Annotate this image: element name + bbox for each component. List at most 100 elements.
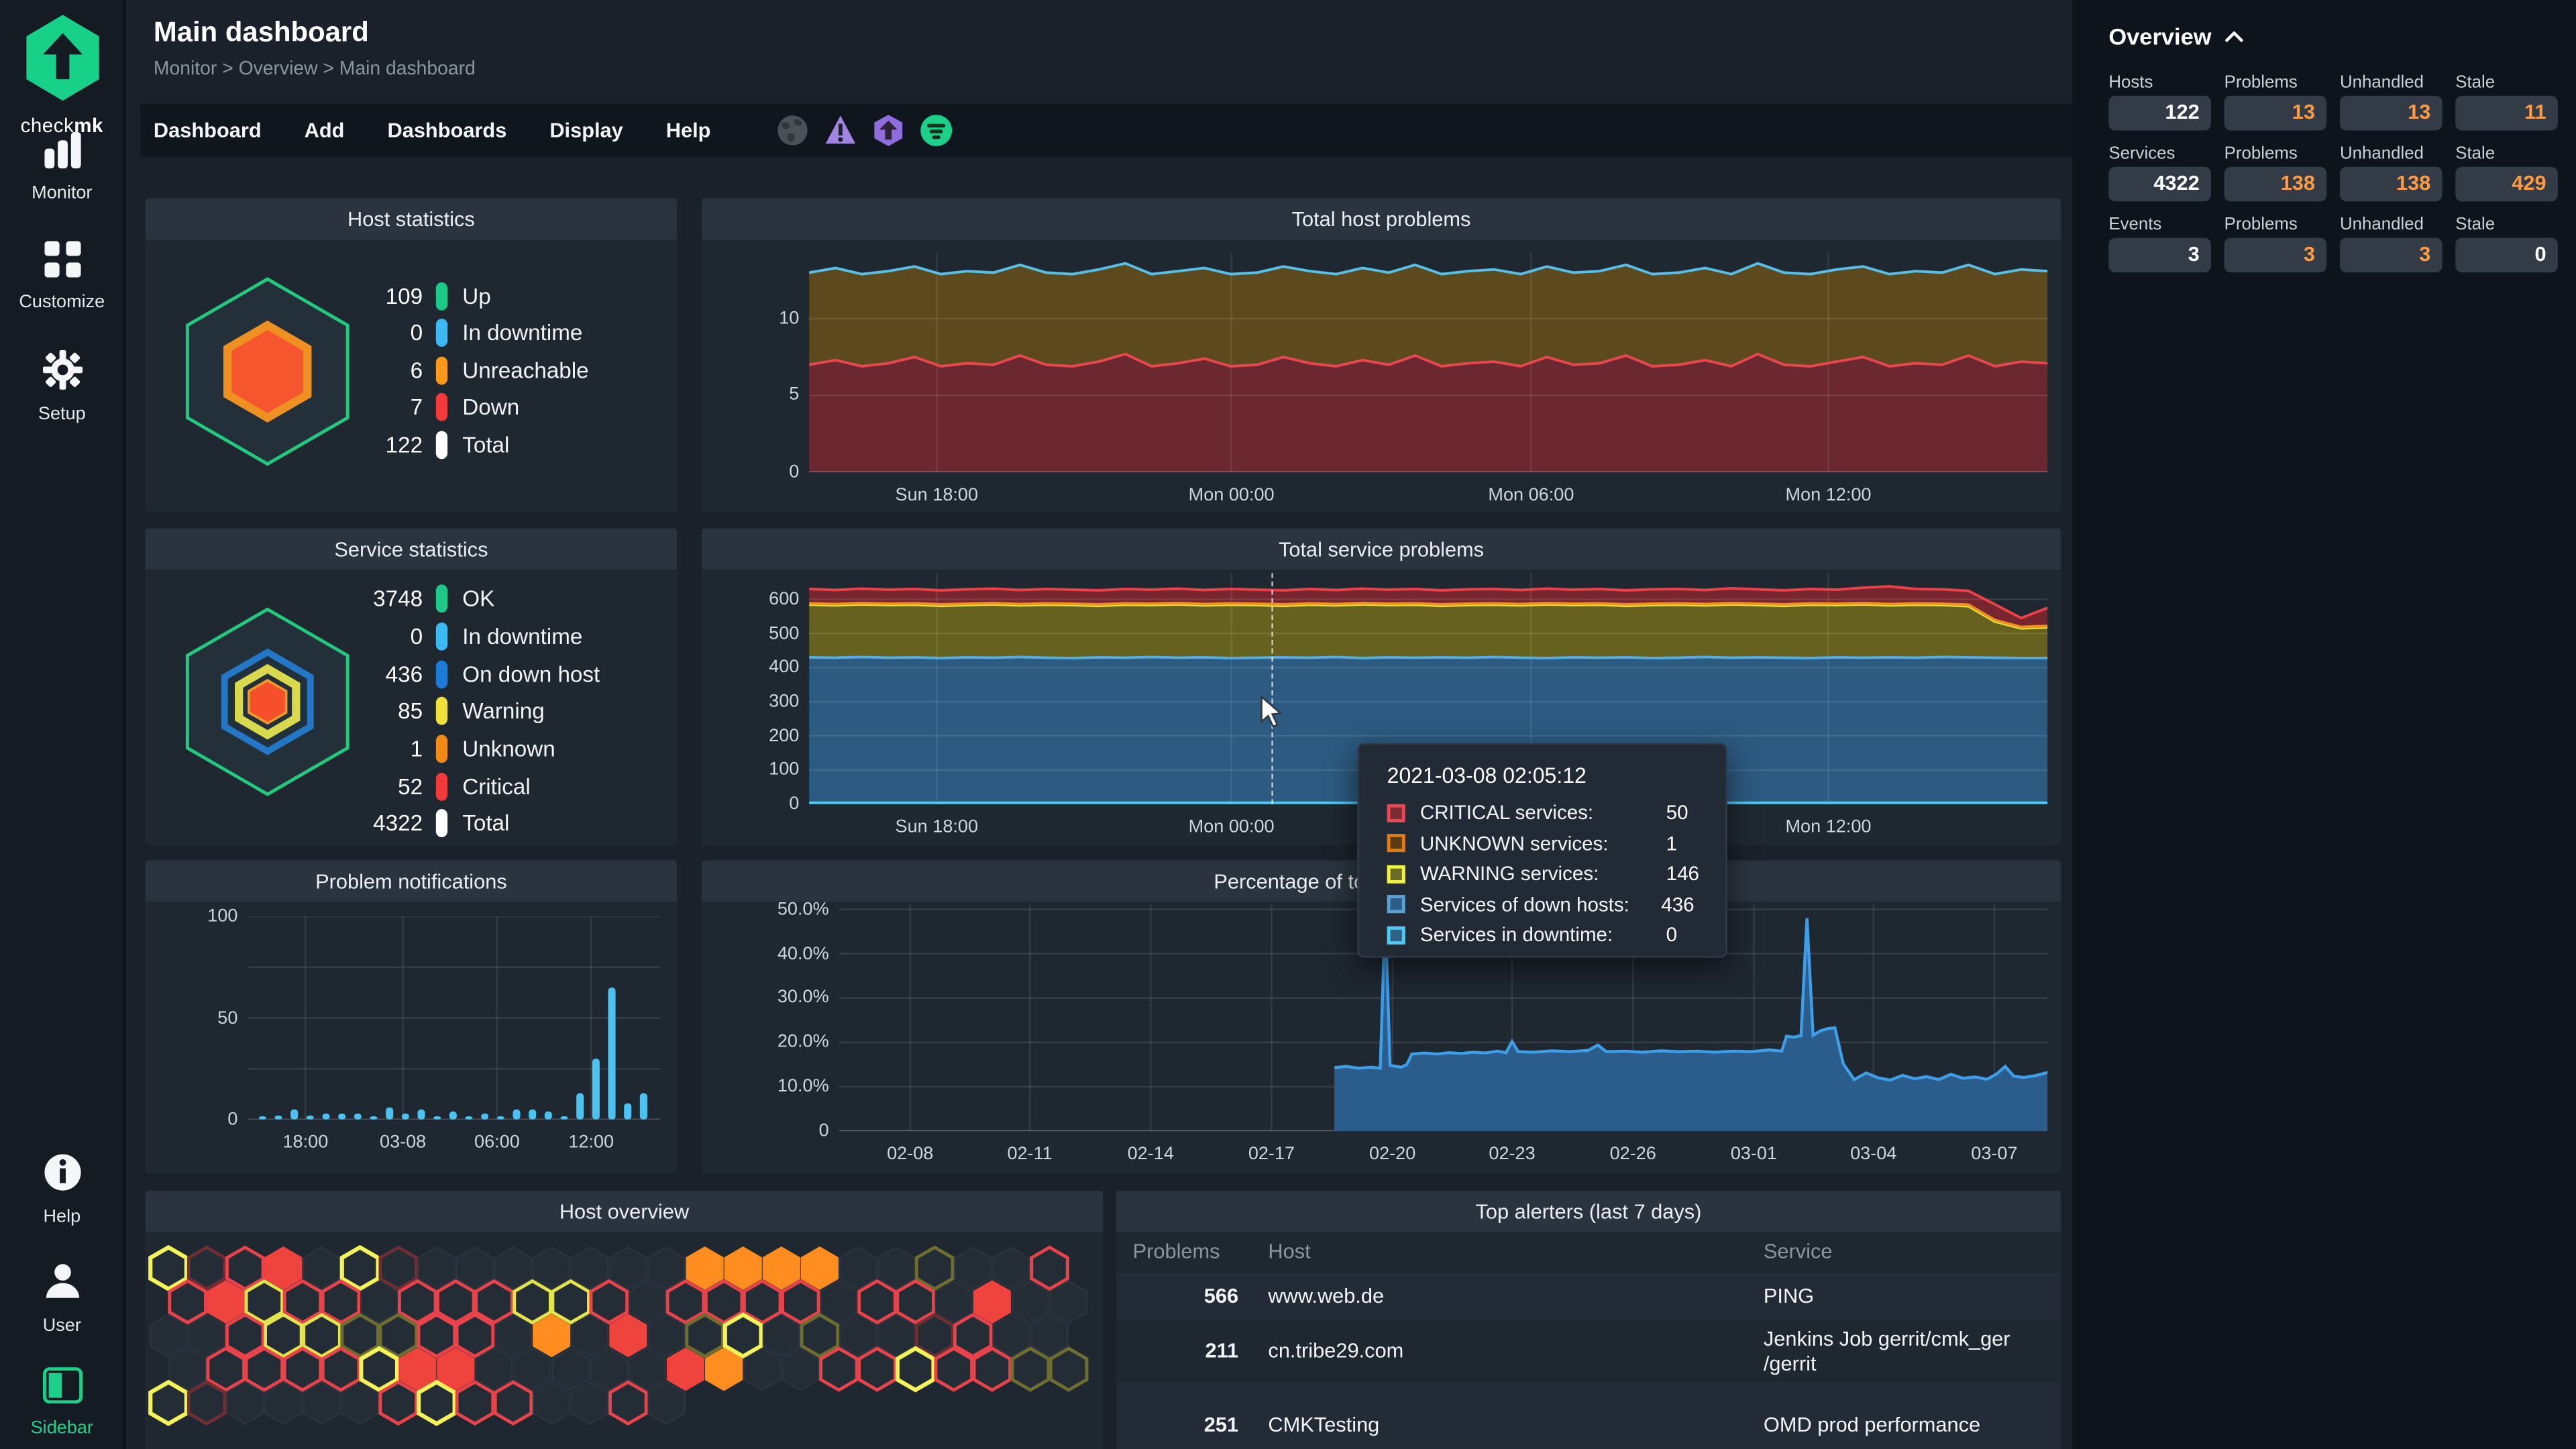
host-hexagon-red-outline[interactable] xyxy=(321,1346,361,1392)
sidebar-item-help[interactable]: Help xyxy=(0,1152,124,1227)
host-hexagon-red-outline[interactable] xyxy=(589,1279,629,1325)
host-hexagon-empty[interactable] xyxy=(513,1347,551,1391)
total-host-problems-chart[interactable] xyxy=(809,252,2048,472)
host-hexagon-empty[interactable] xyxy=(571,1381,609,1425)
host-hexagon-empty[interactable] xyxy=(782,1347,820,1391)
legend-row-in-downtime[interactable]: 0 In downtime xyxy=(323,317,582,347)
host-hexagon-bright-yellow-outline[interactable] xyxy=(895,1346,936,1393)
host-hexagon-red-outline[interactable] xyxy=(417,1313,457,1358)
host-hexagon-red-outline[interactable] xyxy=(857,1279,897,1325)
host-hexagon-red-outline[interactable] xyxy=(819,1346,859,1392)
host-hexagon-empty[interactable] xyxy=(934,1280,973,1324)
host-hexagon-bright-yellow-outline[interactable] xyxy=(148,1379,189,1426)
legend-row-in-downtime[interactable]: 0 In downtime xyxy=(323,621,582,651)
cell-host[interactable]: cn.tribe29.com xyxy=(1268,1338,1403,1361)
host-hexagon-red-filled[interactable] xyxy=(264,1246,303,1290)
host-hexagon-empty[interactable] xyxy=(628,1347,666,1391)
host-hexagon-empty[interactable] xyxy=(150,1313,188,1358)
host-hexagon-red-outline[interactable] xyxy=(225,1245,265,1291)
host-hexagon-orange-filled[interactable] xyxy=(686,1246,724,1290)
host-hexagon-red-outline[interactable] xyxy=(168,1279,207,1325)
host-hexagon-empty[interactable] xyxy=(1011,1280,1050,1324)
cell-service[interactable]: PING xyxy=(1764,1284,2047,1309)
overview-value-services-unhandled[interactable]: 138 xyxy=(2339,166,2443,202)
host-hexagon-orange-filled[interactable] xyxy=(533,1313,571,1358)
overview-value-events-problems[interactable]: 3 xyxy=(2224,237,2327,273)
host-hexagon-red-outline[interactable] xyxy=(436,1279,476,1325)
host-hexagon-bright-yellow-outline[interactable] xyxy=(148,1244,189,1292)
host-hexagon-empty[interactable] xyxy=(303,1381,341,1425)
host-hexagon-red-outline[interactable] xyxy=(378,1380,419,1426)
host-hexagon-empty[interactable] xyxy=(533,1381,571,1425)
cell-service[interactable]: OMD prod performance xyxy=(1764,1413,2047,1438)
host-hexagon-empty[interactable] xyxy=(475,1347,513,1391)
host-hexagon-bright-yellow-outline[interactable] xyxy=(722,1312,763,1359)
legend-row-warning[interactable]: 85 Warning xyxy=(323,695,545,724)
legend-row-unknown[interactable]: 1 Unknown xyxy=(323,733,555,763)
host-hexagon-red-outline[interactable] xyxy=(206,1346,246,1392)
menu-item-display[interactable]: Display xyxy=(549,119,623,142)
sidebar-item-setup[interactable]: Setup xyxy=(0,350,124,425)
legend-row-unreachable[interactable]: 6 Unreachable xyxy=(323,355,589,384)
host-hexagon-bright-yellow-outline[interactable] xyxy=(359,1346,400,1393)
checkmk-hexagon-icon[interactable] xyxy=(873,114,906,147)
host-hexagon-empty[interactable] xyxy=(533,1246,571,1290)
checkmk-logo[interactable]: checkmk xyxy=(0,13,124,137)
host-overview-hexgrid[interactable] xyxy=(146,1232,1104,1449)
host-hexagon-empty[interactable] xyxy=(571,1313,609,1358)
overview-value-services-problems[interactable]: 138 xyxy=(2224,166,2327,202)
host-hexagon-empty[interactable] xyxy=(609,1246,647,1290)
host-hexagon-empty[interactable] xyxy=(992,1313,1030,1358)
host-hexagon-dim-yellow-outline[interactable] xyxy=(1010,1346,1051,1392)
sidebar-item-customize[interactable]: Customize xyxy=(0,241,124,312)
host-hexagon-yellow-outline[interactable] xyxy=(244,1279,284,1325)
host-hexagon-empty[interactable] xyxy=(494,1246,533,1290)
host-hexagon-red-filled[interactable] xyxy=(609,1313,647,1358)
host-hexagon-empty[interactable] xyxy=(647,1381,686,1425)
host-hexagon-empty[interactable] xyxy=(647,1313,686,1358)
host-hexagon-red-outline[interactable] xyxy=(397,1279,437,1325)
host-hexagon-red-outline[interactable] xyxy=(953,1313,993,1358)
host-hexagon-empty[interactable] xyxy=(494,1313,533,1358)
legend-row-up[interactable]: 109 Up xyxy=(323,280,491,310)
menu-item-help[interactable]: Help xyxy=(666,119,711,142)
host-hexagon-red-outline[interactable] xyxy=(608,1380,648,1426)
col-header-host[interactable]: Host xyxy=(1268,1240,1310,1263)
host-hexagon-red-outline[interactable] xyxy=(474,1279,514,1325)
overview-value-events-unhandled[interactable]: 3 xyxy=(2339,237,2443,273)
host-hexagon-bright-yellow-outline[interactable] xyxy=(416,1379,457,1426)
host-hexagon-yellow-outline[interactable] xyxy=(551,1279,590,1325)
host-hexagon-red-filled[interactable] xyxy=(973,1280,1011,1324)
legend-row-critical[interactable]: 52 Critical xyxy=(323,771,531,801)
host-hexagon-empty[interactable] xyxy=(647,1246,686,1290)
host-hexagon-red-outline[interactable] xyxy=(493,1380,533,1426)
host-hexagon-red-outline[interactable] xyxy=(934,1346,974,1392)
overview-value-services[interactable]: 4322 xyxy=(2108,166,2211,202)
host-hexagon-red-outline[interactable] xyxy=(282,1346,323,1392)
col-header-service[interactable]: Service xyxy=(1764,1240,1833,1263)
col-header-problems[interactable]: Problems xyxy=(1133,1240,1220,1263)
overview-value-hosts-unhandled[interactable]: 13 xyxy=(2339,95,2443,131)
legend-row-down[interactable]: 7 Down xyxy=(323,391,519,421)
host-hexagon-empty[interactable] xyxy=(628,1280,666,1324)
host-hexagon-red-outline[interactable] xyxy=(455,1313,495,1358)
host-hexagon-red-outline[interactable] xyxy=(225,1313,265,1358)
sidebar-item-user[interactable]: User xyxy=(0,1262,124,1336)
menu-item-dashboards[interactable]: Dashboards xyxy=(387,119,506,142)
overview-value-events-stale[interactable]: 0 xyxy=(2455,237,2558,273)
host-hexagon-bright-yellow-outline[interactable] xyxy=(339,1244,380,1292)
host-hexagon-orange-filled[interactable] xyxy=(762,1246,800,1290)
host-hexagon-yellow-outline[interactable] xyxy=(513,1279,552,1325)
cell-host[interactable]: CMKTesting xyxy=(1268,1413,1379,1436)
host-hexagon-empty[interactable] xyxy=(839,1313,877,1358)
host-hexagon-empty[interactable] xyxy=(551,1347,590,1391)
legend-row-on-down-host[interactable]: 436 On down host xyxy=(323,659,600,688)
overview-value-services-stale[interactable]: 429 xyxy=(2455,166,2558,202)
host-hexagon-dim-yellow-outline[interactable] xyxy=(914,1245,955,1291)
host-hexagon-yellow-outline[interactable] xyxy=(302,1313,341,1358)
globe-icon[interactable] xyxy=(777,114,810,147)
host-hexagon-empty[interactable] xyxy=(1050,1280,1088,1324)
cell-service[interactable]: Jenkins Job gerrit/cmk_ger /gerrit xyxy=(1764,1328,2047,1377)
host-hexagon-empty[interactable] xyxy=(455,1246,494,1290)
overview-snapin-header[interactable]: Overview xyxy=(2108,23,2244,50)
